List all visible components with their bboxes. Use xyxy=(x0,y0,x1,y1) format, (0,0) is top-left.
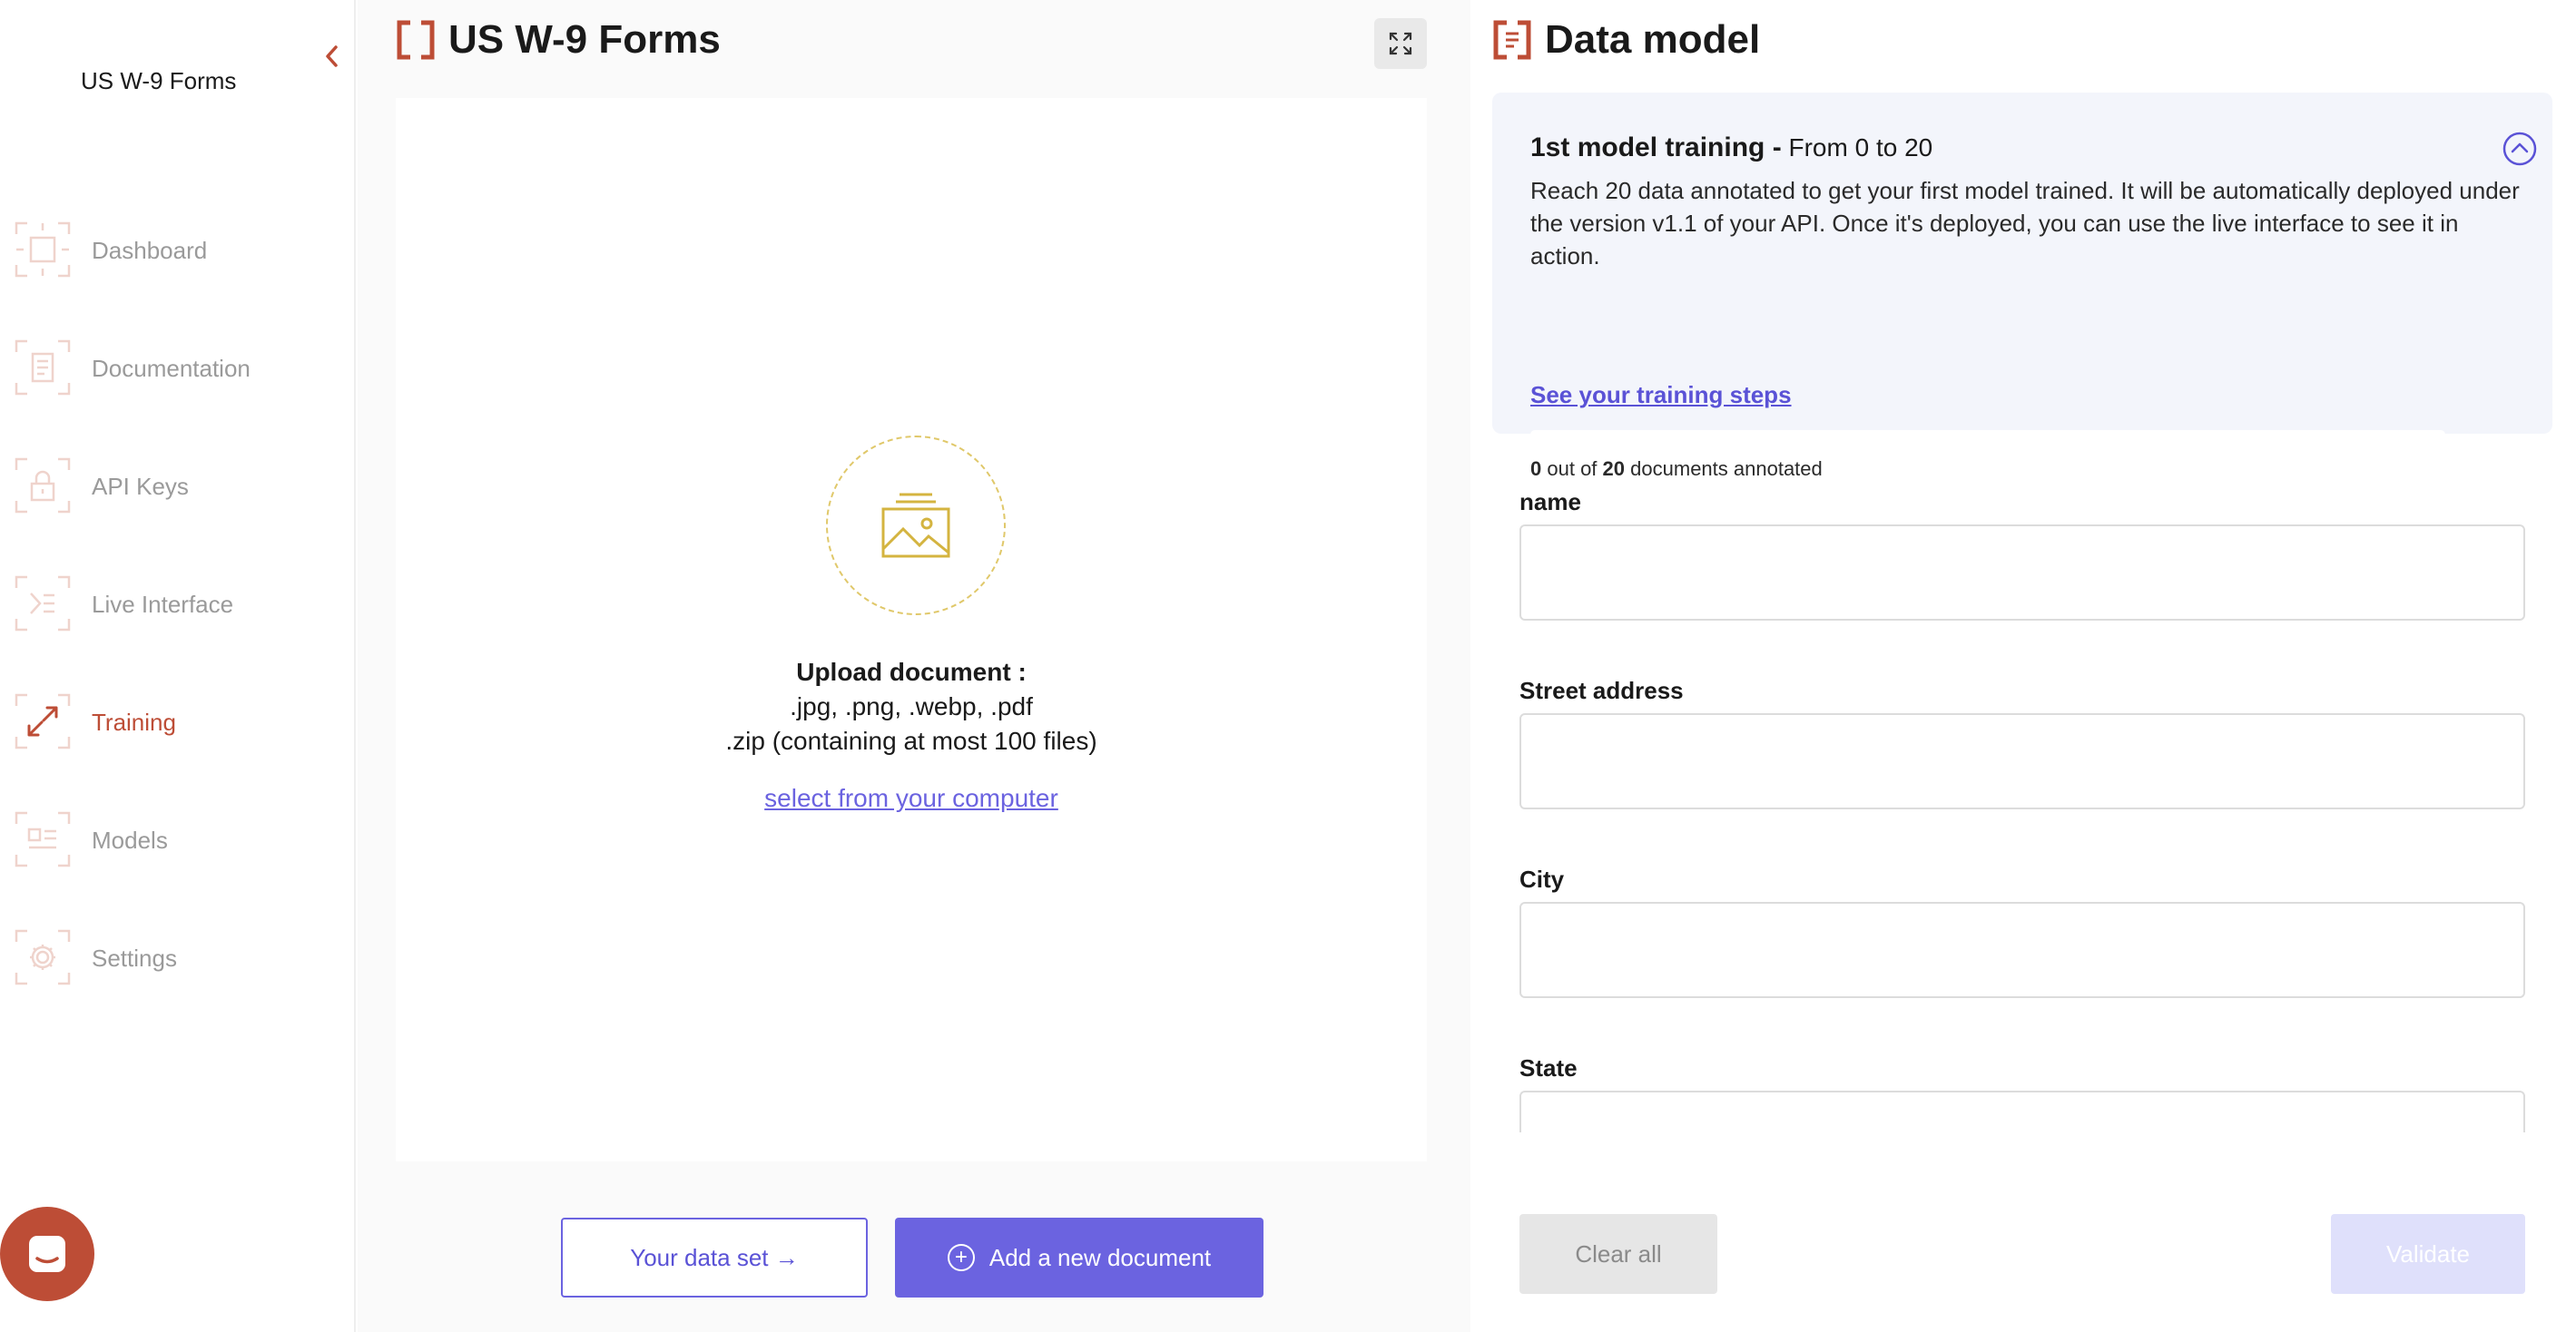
data-model-fields: name Street address City State xyxy=(1470,472,2576,1132)
training-card-heading: 1st model training - From 0 to 20 xyxy=(1530,132,1932,163)
collapse-sidebar-button[interactable] xyxy=(319,40,346,73)
page-title: US W-9 Forms xyxy=(448,17,721,62)
image-upload-icon xyxy=(881,493,950,558)
clear-all-button[interactable]: Clear all xyxy=(1519,1214,1717,1294)
sidebar: US W-9 Forms Dashboard Documentation API… xyxy=(0,0,356,1332)
sidebar-item-label: API Keys xyxy=(92,472,189,500)
data-model-panel: Data model 1st model training - From 0 t… xyxy=(1470,0,2576,1332)
document-panel-header: US W-9 Forms xyxy=(396,15,721,65)
chevron-left-icon xyxy=(326,45,338,67)
plus-circle-icon: + xyxy=(947,1244,975,1271)
field-label-street-address: Street address xyxy=(1519,677,1684,704)
dashboard-icon xyxy=(15,221,71,278)
training-heading: 1st model training - xyxy=(1530,132,1782,162)
upload-heading: Upload document : xyxy=(796,658,1027,686)
chat-support-button[interactable] xyxy=(0,1207,94,1301)
field-label-city: City xyxy=(1519,866,1565,893)
training-range: From 0 to 20 xyxy=(1788,133,1933,162)
documentation-icon xyxy=(15,339,71,396)
document-panel: US W-9 Forms Upload document : .jpg, .pn… xyxy=(358,0,1470,1332)
sidebar-item-label: Settings xyxy=(92,944,177,972)
data-model-title: Data model xyxy=(1545,17,1761,62)
lock-icon xyxy=(15,457,71,514)
sidebar-item-label: Training xyxy=(92,708,176,736)
upload-zip-note: .zip (containing at most 100 files) xyxy=(725,727,1097,755)
sidebar-item-documentation[interactable]: Documentation xyxy=(0,332,356,405)
live-interface-icon xyxy=(15,575,71,632)
city-field[interactable] xyxy=(1519,902,2525,998)
training-card-body: Reach 20 data annotated to get your firs… xyxy=(1530,177,2520,269)
upload-instructions: Upload document : .jpg, .png, .webp, .pd… xyxy=(396,655,1427,759)
state-field[interactable] xyxy=(1519,1091,2525,1132)
data-model-logo-icon xyxy=(1493,20,1531,60)
upload-dropzone[interactable]: Upload document : .jpg, .png, .webp, .pd… xyxy=(396,98,1427,1161)
sidebar-item-label: Live Interface xyxy=(92,590,234,618)
models-icon xyxy=(15,811,71,867)
select-file-link[interactable]: select from your computer xyxy=(396,784,1427,813)
name-field[interactable] xyxy=(1519,524,2525,621)
gear-icon xyxy=(15,929,71,985)
sidebar-item-settings[interactable]: Settings xyxy=(0,922,356,994)
training-progress-bar xyxy=(1530,430,2445,439)
sidebar-item-live-interface[interactable]: Live Interface xyxy=(0,568,356,641)
fullscreen-button[interactable] xyxy=(1374,18,1427,69)
field-label-state: State xyxy=(1519,1054,1578,1082)
chat-icon xyxy=(29,1236,65,1272)
street-address-field[interactable] xyxy=(1519,713,2525,809)
sidebar-item-api-keys[interactable]: API Keys xyxy=(0,450,356,523)
sidebar-item-dashboard[interactable]: Dashboard xyxy=(0,214,356,287)
training-icon xyxy=(15,693,71,749)
sidebar-item-label: Documentation xyxy=(92,354,251,382)
field-label-name: name xyxy=(1519,488,1581,515)
training-info-card: 1st model training - From 0 to 20 Reach … xyxy=(1492,93,2552,480)
bracket-logo-icon xyxy=(397,20,435,60)
sidebar-item-label: Models xyxy=(92,826,168,854)
sidebar-item-training[interactable]: Training xyxy=(0,686,356,759)
chevron-up-circle-icon xyxy=(2502,132,2537,166)
expand-icon xyxy=(1389,32,1412,55)
your-data-set-button[interactable]: Your data set → xyxy=(561,1218,868,1298)
upload-formats: .jpg, .png, .webp, .pdf xyxy=(790,692,1033,720)
app-title: US W-9 Forms xyxy=(81,67,237,94)
add-document-button[interactable]: + Add a new document xyxy=(895,1218,1263,1298)
sidebar-item-label: Dashboard xyxy=(92,236,208,264)
upload-illustration xyxy=(826,436,1006,615)
training-steps-link[interactable]: See your training steps xyxy=(1530,381,1792,409)
validate-button[interactable]: Validate xyxy=(2331,1214,2525,1294)
sidebar-item-models[interactable]: Models xyxy=(0,804,356,877)
collapse-card-button[interactable] xyxy=(2502,131,2538,167)
data-model-header: Data model xyxy=(1492,15,1760,65)
add-document-label: Add a new document xyxy=(988,1243,1212,1271)
